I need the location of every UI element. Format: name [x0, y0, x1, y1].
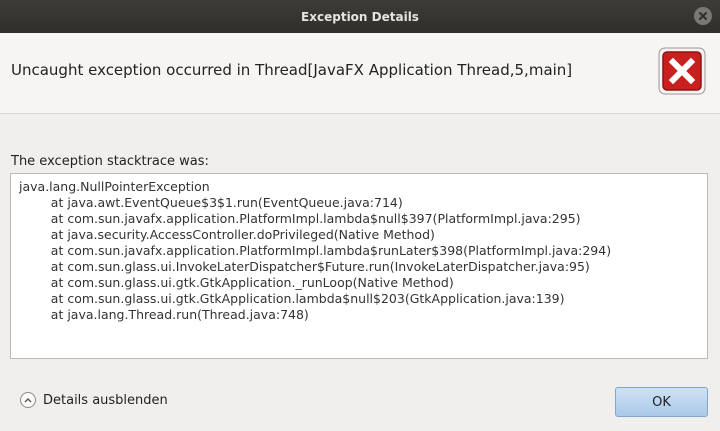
stacktrace-label: The exception stacktrace was:	[11, 154, 209, 169]
stacktrace-line: at com.sun.javafx.application.PlatformIm…	[19, 211, 581, 226]
window-title: Exception Details	[301, 9, 419, 24]
error-x-icon	[658, 47, 706, 95]
stacktrace-line: at com.sun.glass.ui.InvokeLaterDispatche…	[19, 259, 590, 274]
stacktrace-line: java.lang.NullPointerException	[19, 179, 210, 194]
close-icon	[699, 12, 707, 20]
exception-message: Uncaught exception occurred in Thread[Ja…	[11, 61, 573, 79]
stacktrace-line: at com.sun.glass.ui.gtk.GtkApplication._…	[19, 275, 454, 290]
stacktrace-line: at java.awt.EventQueue$3$1.run(EventQueu…	[19, 195, 403, 210]
details-toggle[interactable]: Details ausblenden	[20, 392, 168, 408]
dialog-header: Uncaught exception occurred in Thread[Ja…	[0, 33, 720, 114]
chevron-up-icon	[20, 392, 36, 408]
title-bar: Exception Details	[0, 0, 720, 33]
close-button[interactable]	[694, 7, 712, 25]
stacktrace-line: at java.lang.Thread.run(Thread.java:748)	[19, 307, 309, 322]
stacktrace-line: at java.security.AccessController.doPriv…	[19, 227, 435, 242]
details-toggle-label: Details ausblenden	[43, 392, 168, 408]
ok-button[interactable]: OK	[615, 387, 708, 417]
stacktrace-line: at com.sun.javafx.application.PlatformIm…	[19, 243, 612, 258]
stacktrace-line: at com.sun.glass.ui.gtk.GtkApplication.l…	[19, 291, 565, 306]
stacktrace-textarea[interactable]: java.lang.NullPointerException at java.a…	[10, 173, 708, 359]
